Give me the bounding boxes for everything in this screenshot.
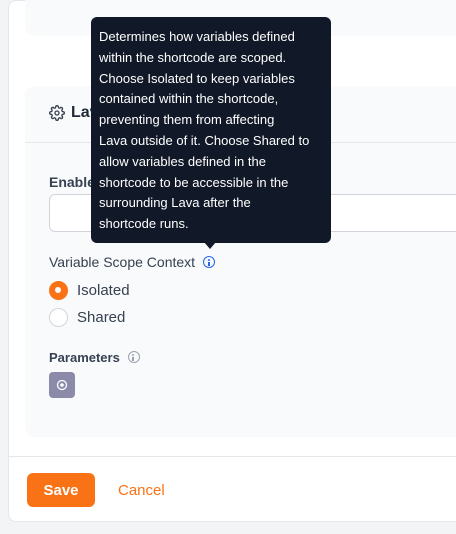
parameters-label-text: Parameters — [49, 350, 120, 365]
tooltip-arrow — [204, 242, 216, 249]
radio-isolated[interactable]: Isolated — [49, 281, 130, 300]
cancel-button[interactable]: Cancel — [112, 473, 171, 507]
radio-shared[interactable]: Shared — [49, 308, 125, 327]
info-icon[interactable] — [203, 256, 216, 268]
radio-isolated-circle[interactable] — [49, 281, 68, 300]
variable-scope-label: Variable Scope Context — [49, 254, 216, 270]
variable-scope-label-text: Variable Scope Context — [49, 254, 196, 270]
parameters-label: Parameters — [49, 350, 140, 365]
add-circle-icon — [56, 379, 68, 391]
info-icon[interactable] — [127, 351, 140, 363]
footer-divider — [9, 456, 456, 457]
save-button[interactable]: Save — [27, 473, 95, 507]
radio-shared-label: Shared — [77, 309, 126, 326]
variable-scope-tooltip: Determines how variables defined within … — [91, 17, 331, 243]
radio-isolated-label: Isolated — [77, 282, 130, 299]
add-parameter-button[interactable] — [49, 372, 75, 398]
gear-icon — [49, 105, 65, 121]
radio-shared-circle[interactable] — [49, 308, 68, 327]
